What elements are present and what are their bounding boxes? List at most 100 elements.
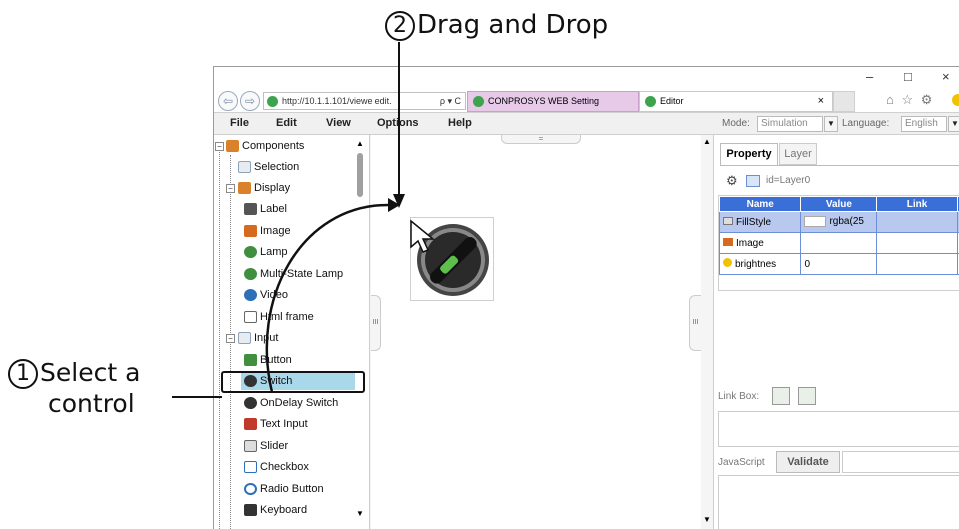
tab1-favicon-icon <box>473 96 484 107</box>
left-splitter-grip[interactable]: III <box>371 295 381 351</box>
scroll-down-icon[interactable]: ▼ <box>703 515 711 524</box>
canvas-scrollbar[interactable]: ▲ ▼ <box>701 135 713 529</box>
url-text: http://10.1.1.101/viewe <box>282 96 373 106</box>
browser-toolbar-icons[interactable]: ⌂ ☆ ⚙ <box>886 92 934 108</box>
tree-item-lamp[interactable]: Lamp <box>244 243 288 261</box>
menu-edit[interactable]: Edit <box>276 117 297 129</box>
tree-item-slider[interactable]: Slider <box>244 437 288 455</box>
property-link-cell[interactable] <box>876 211 958 233</box>
tree-item-selection[interactable]: Selection <box>238 158 299 176</box>
menu-options[interactable]: Options <box>377 117 419 129</box>
property-panel: Property Layer ⚙ id=Layer0 Name Value Li… <box>713 135 959 529</box>
property-value-cell[interactable]: rgba(25 <box>800 211 878 233</box>
javascript-editor[interactable] <box>718 475 959 529</box>
tab2-label: Editor <box>660 96 684 106</box>
url-input[interactable]: http://10.1.1.101/viewe edit. ρ ▾ C <box>263 92 466 110</box>
tree-item-checkbox[interactable]: Checkbox <box>244 458 309 476</box>
tree-item-label: Display <box>254 182 291 194</box>
mode-select[interactable]: Simulation <box>757 116 823 132</box>
smiley-icon[interactable] <box>952 94 959 106</box>
tree-item-text-input[interactable]: Text Input <box>244 415 308 433</box>
validate-message-field <box>842 451 959 473</box>
step1-callout: 1 Select a control <box>8 358 140 419</box>
minimize-button[interactable]: – <box>866 69 873 84</box>
tree-item-label: Lamp <box>260 246 288 258</box>
site-globe-icon <box>267 96 278 107</box>
tree-item-components[interactable]: Components <box>226 137 304 155</box>
fill-style-icon <box>723 216 733 225</box>
step2-text: Drag and Drop <box>417 10 609 40</box>
property-link-cell[interactable] <box>876 253 958 275</box>
object-id: id=Layer0 <box>766 175 811 186</box>
link-add-icon[interactable] <box>772 387 790 405</box>
validate-button[interactable]: Validate <box>776 451 840 473</box>
tree-item-display[interactable]: Display <box>238 179 290 197</box>
layer-icon[interactable] <box>746 175 760 187</box>
tree-item-label: Multi-State Lamp <box>260 268 344 280</box>
scroll-down-icon[interactable]: ▼ <box>356 509 364 518</box>
tree-item-keyboard[interactable]: Keyboard <box>244 501 307 519</box>
property-value-cell[interactable]: 0 <box>800 253 878 275</box>
menu-view[interactable]: View <box>326 117 351 129</box>
table-row[interactable]: brightnes 0 <box>719 253 959 275</box>
tree-item-label-control[interactable]: Label <box>244 200 287 218</box>
property-value: 0 <box>804 258 811 270</box>
close-window-button[interactable]: × <box>942 69 950 84</box>
url-controls[interactable]: ρ ▾ C <box>440 93 461 109</box>
tree-item-button[interactable]: Button <box>244 351 292 369</box>
tree-item-input[interactable]: Input <box>238 329 278 347</box>
link-remove-icon[interactable] <box>798 387 816 405</box>
forward-arrow-icon[interactable]: ⇨ <box>240 91 260 111</box>
tree-item-ondelay-switch[interactable]: OnDelay Switch <box>244 394 338 412</box>
scrollbar-thumb[interactable] <box>357 153 363 197</box>
property-value-cell[interactable] <box>800 232 878 254</box>
table-row[interactable]: FillStyle rgba(25 <box>719 211 959 233</box>
display-expander-icon[interactable]: − <box>226 184 235 193</box>
maximize-button[interactable]: □ <box>904 69 912 84</box>
tab-conprosys-web-setting[interactable]: CONPROSYS WEB Setting <box>467 91 639 112</box>
tab-layer[interactable]: Layer <box>779 143 817 165</box>
menu-help[interactable]: Help <box>448 117 472 129</box>
property-link-cell[interactable] <box>876 232 958 254</box>
tree-item-label: Image <box>260 225 291 237</box>
new-tab-area[interactable] <box>833 91 855 112</box>
tree-item-image[interactable]: Image <box>244 222 291 240</box>
language-select[interactable]: English <box>901 116 947 132</box>
top-splitter[interactable]: = <box>501 135 581 144</box>
scroll-up-icon[interactable]: ▲ <box>703 137 711 146</box>
table-row[interactable]: Image <box>719 232 959 254</box>
tree-item-label: Text Input <box>260 418 308 430</box>
column-header-name: Name <box>719 196 802 212</box>
tree-item-multi-state-lamp[interactable]: Multi-State Lamp <box>244 265 343 283</box>
image-icon <box>244 225 257 238</box>
tree-item-radio-button[interactable]: Radio Button <box>244 480 324 498</box>
tab2-close-icon[interactable]: × <box>818 92 824 111</box>
link-box-field[interactable] <box>718 411 959 447</box>
components-expander-icon[interactable]: − <box>215 142 224 151</box>
javascript-label: JavaScript <box>718 457 765 468</box>
splitter-glyph: = <box>538 134 544 143</box>
tree-item-label: Label <box>260 203 287 215</box>
scroll-up-icon[interactable]: ▲ <box>356 139 364 148</box>
language-label: Language: <box>842 118 890 129</box>
language-dropdown-icon[interactable]: ▼ <box>948 116 959 132</box>
slider-icon <box>244 440 257 453</box>
checkbox-icon <box>244 461 257 474</box>
gear-icon[interactable]: ⚙ <box>726 173 738 189</box>
editor-canvas[interactable]: = III III ▲ ▼ ◀ <box>371 135 713 529</box>
multi-state-lamp-icon <box>244 268 257 281</box>
tree-item-html-frame[interactable]: Html frame <box>244 308 314 326</box>
menu-file[interactable]: File <box>230 117 249 129</box>
right-splitter-grip[interactable]: III <box>689 295 701 351</box>
tree-item-video[interactable]: Video <box>244 286 288 304</box>
tree-scrollbar[interactable]: ▲ ▼ <box>356 139 364 529</box>
tree-item-label: OnDelay Switch <box>260 397 339 409</box>
tab-editor[interactable]: Editor × <box>639 91 833 112</box>
panel-tab-underline <box>720 165 959 166</box>
back-arrow-icon[interactable]: ⇦ <box>218 91 238 111</box>
mode-dropdown-icon[interactable]: ▼ <box>824 116 838 132</box>
input-expander-icon[interactable]: − <box>226 334 235 343</box>
tree-item-label: Radio Button <box>260 483 324 495</box>
tree-item-label: Button <box>260 354 292 366</box>
tab-property[interactable]: Property <box>720 143 778 165</box>
